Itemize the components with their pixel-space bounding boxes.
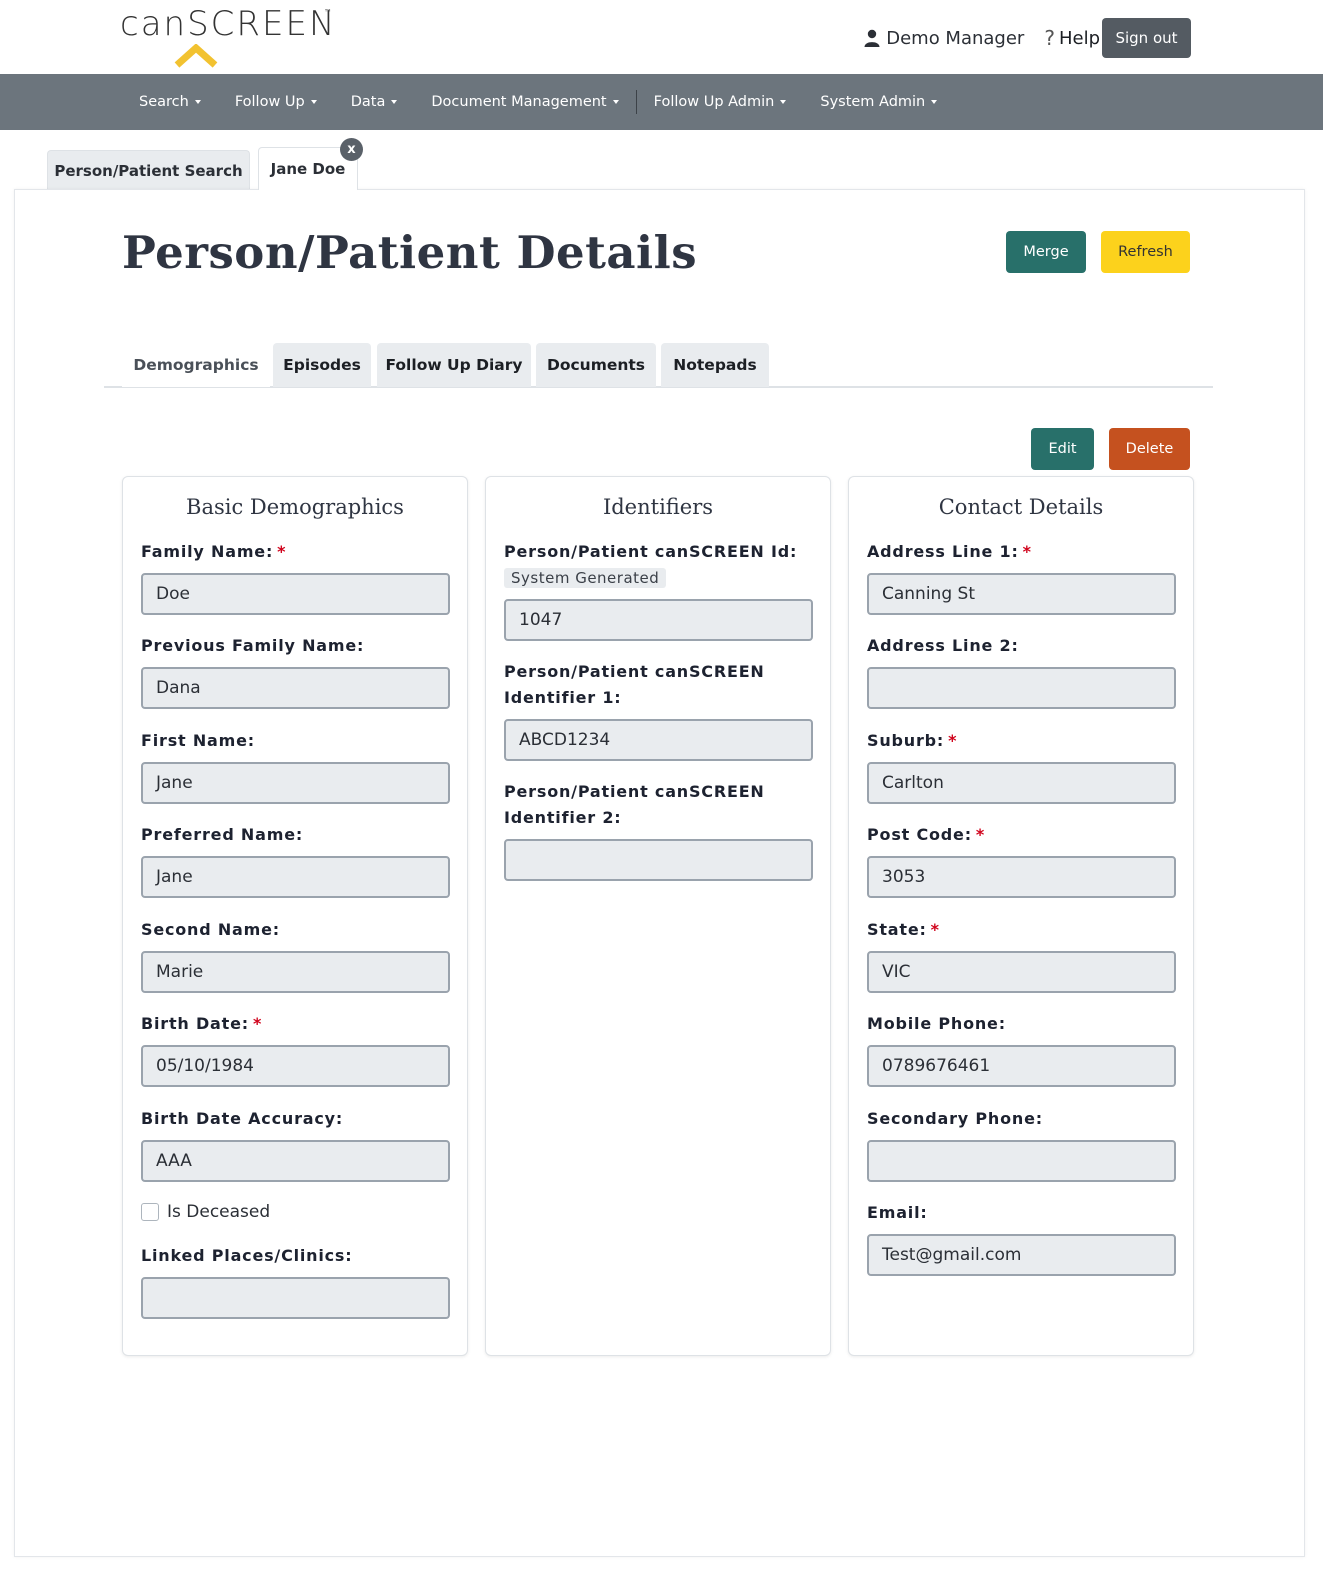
preferred-name-field[interactable]: Jane (141, 856, 450, 898)
mobile-phone-field[interactable]: 0789676461 (867, 1045, 1176, 1087)
family-name-label: Family Name: * (141, 542, 287, 561)
nav-follow-up-admin-label: Follow Up Admin (653, 94, 775, 110)
suburb-field[interactable]: Carlton (867, 762, 1176, 804)
identifier-2-field[interactable] (504, 839, 813, 881)
tab-notepads[interactable]: Notepads (661, 343, 769, 387)
panel-title: Basic Demographics (186, 495, 404, 519)
identifiers-panel: Identifiers Person/Patient canSCREEN Id:… (485, 476, 831, 1356)
second-name-field[interactable]: Marie (141, 951, 450, 993)
linked-places-field[interactable] (141, 1277, 450, 1319)
tab-demographics[interactable]: Demographics (122, 343, 270, 387)
main-navbar: Search Follow Up Data Document Managemen… (0, 74, 1323, 130)
required-mark: * (252, 1014, 263, 1033)
cansreen-id-field[interactable]: 1047 (504, 599, 813, 641)
required-mark: * (930, 920, 940, 939)
edit-button[interactable]: Edit (1031, 428, 1094, 470)
merge-button[interactable]: Merge (1006, 231, 1086, 273)
secondary-phone-label: Secondary Phone: (867, 1109, 1043, 1128)
logo-text: canSCREEN (120, 4, 337, 44)
caret-down-icon (310, 100, 317, 104)
refresh-button[interactable]: Refresh (1101, 231, 1190, 273)
user-area: Demo Manager ? Help (864, 18, 1100, 58)
mobile-phone-label: Mobile Phone: (867, 1014, 1006, 1033)
nav-data[interactable]: Data (334, 94, 415, 110)
address-line-1-field[interactable]: Canning St (867, 573, 1176, 615)
address-line-2-field[interactable] (867, 667, 1176, 709)
nav-document-management[interactable]: Document Management (414, 94, 635, 110)
logo-trademark: ™ (324, 8, 332, 17)
linked-places-label: Linked Places/Clinics: (141, 1246, 353, 1265)
required-mark: * (277, 542, 287, 561)
basic-demographics-panel: Basic Demographics Family Name: * Doe Pre… (122, 476, 468, 1356)
top-header: canSCREEN ™ Demo Manager ? Help Sign out (0, 0, 1323, 74)
birth-date-label: Birth Date: * (141, 1014, 263, 1033)
previous-family-name-label: Previous Family Name: (141, 636, 365, 655)
system-generated-badge: System Generated (504, 568, 667, 588)
nav-system-admin-label: System Admin (820, 94, 926, 110)
panel-title: Identifiers (602, 495, 714, 519)
logo-chevron-icon (174, 44, 218, 68)
email-field[interactable]: Test@gmail.com (867, 1234, 1176, 1276)
nav-search-label: Search (139, 94, 189, 110)
first-name-field[interactable]: Jane (141, 762, 450, 804)
cansreen-logo[interactable]: canSCREEN ™ (118, 4, 338, 68)
sign-out-button[interactable]: Sign out (1102, 18, 1191, 58)
suburb-label: Suburb: * (867, 731, 958, 750)
email-label: Email: (867, 1203, 928, 1222)
user-name: Demo Manager (886, 27, 1025, 49)
page-title: Person/Patient Details (122, 226, 698, 279)
contact-details-panel: Contact Details Address Line 1: * Canning… (848, 476, 1194, 1356)
is-deceased-label: Is Deceased (167, 1202, 271, 1222)
previous-family-name-field[interactable]: Dana (141, 667, 450, 709)
state-label: State: * (867, 920, 940, 939)
nav-follow-up-admin[interactable]: Follow Up Admin (637, 94, 804, 110)
panel-title: Contact Details (938, 495, 1104, 519)
second-name-label: Second Name: (141, 920, 280, 939)
cansreen-id-label: Person/Patient canSCREEN Id: (504, 542, 798, 561)
address-line-1-label: Address Line 1: * (867, 542, 1032, 561)
tab-follow-up-diary[interactable]: Follow Up Diary (377, 343, 531, 387)
nav-follow-up-label: Follow Up (234, 94, 305, 110)
nav-follow-up[interactable]: Follow Up (218, 94, 334, 110)
state-field[interactable]: VIC (867, 951, 1176, 993)
caret-down-icon (780, 100, 787, 104)
birth-date-accuracy-label: Birth Date Accuracy: (141, 1109, 344, 1128)
required-mark: * (975, 825, 986, 844)
first-name-label: First Name: (141, 731, 255, 750)
inner-tabs-divider (104, 386, 1213, 388)
tab-documents[interactable]: Documents (536, 343, 656, 387)
post-code-field[interactable]: 3053 (867, 856, 1176, 898)
help-label: Help (1058, 27, 1100, 49)
user-menu[interactable]: Demo Manager (864, 28, 1024, 49)
post-code-label: Post Code: * (867, 825, 986, 844)
is-deceased-checkbox[interactable] (141, 1203, 159, 1221)
preferred-name-label: Preferred Name: (141, 825, 304, 844)
tab-person-patient-search[interactable]: Person/Patient Search (47, 150, 250, 190)
question-icon: ? (1044, 26, 1055, 50)
birth-date-accuracy-field[interactable]: AAA (141, 1140, 450, 1182)
close-tab-icon[interactable]: x (340, 138, 363, 161)
identifier-1-label: Person/Patient canSCREEN Identifier 1: (504, 662, 765, 707)
caret-down-icon (931, 100, 938, 104)
is-deceased-row: Is Deceased (141, 1202, 270, 1222)
caret-down-icon (612, 100, 619, 104)
user-icon (864, 29, 880, 47)
required-mark: * (1022, 542, 1032, 561)
secondary-phone-field[interactable] (867, 1140, 1176, 1182)
identifier-2-label: Person/Patient canSCREEN Identifier 2: (504, 782, 765, 827)
family-name-field[interactable]: Doe (141, 573, 450, 615)
birth-date-field[interactable]: 05/10/1984 (141, 1045, 450, 1087)
caret-down-icon (391, 100, 398, 104)
nav-data-label: Data (350, 94, 386, 110)
caret-down-icon (194, 100, 201, 104)
address-line-2-label: Address Line 2: (867, 636, 1019, 655)
delete-button[interactable]: Delete (1109, 428, 1190, 470)
required-mark: * (948, 731, 958, 750)
identifier-1-field[interactable]: ABCD1234 (504, 719, 813, 761)
help-link[interactable]: ? Help (1044, 26, 1100, 50)
nav-search[interactable]: Search (122, 94, 218, 110)
nav-document-management-label: Document Management (431, 94, 607, 110)
nav-system-admin[interactable]: System Admin (803, 94, 954, 110)
tab-episodes[interactable]: Episodes (273, 343, 371, 387)
